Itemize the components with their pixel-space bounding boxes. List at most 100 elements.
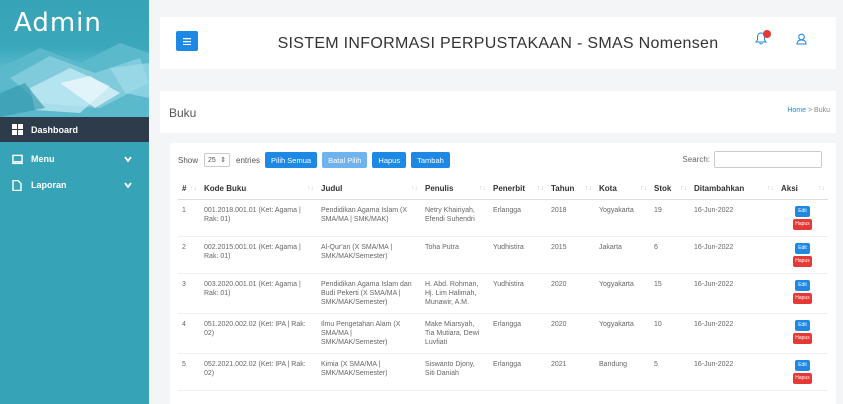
books-table: # ↑↓ Kode Buku ↑↓ Judul ↑↓ Penulis ↑↓ Penerbit ↑↓…	[178, 176, 828, 391]
table-row[interactable]: 1 001.2018.001.01 (Ket: Agama | Rak: 01) P…	[178, 199, 828, 237]
book-city: Yogyakarta	[595, 313, 650, 354]
date-added: 16-Jun-2022	[690, 236, 777, 274]
row-delete-button[interactable]: Hapus	[793, 219, 812, 230]
column-header[interactable]: Stok ↑↓	[650, 176, 690, 200]
book-publisher: Erlangga	[489, 199, 547, 237]
brand-title: Admin	[14, 8, 102, 38]
sort-icon: ↑↓	[640, 185, 647, 192]
entries-label: entries	[236, 155, 261, 165]
sidebar-item-laporan[interactable]: Laporan	[0, 172, 149, 198]
book-city: Yogyakarta	[595, 199, 650, 237]
sort-icon: ↑↓	[680, 185, 687, 192]
book-author: Make Miarsyah, Tia Mutiara, Dewi Luvfiat…	[421, 313, 489, 354]
column-header[interactable]: Judul ↑↓	[317, 176, 421, 200]
column-header-label: Judul	[321, 184, 343, 193]
book-city: Bandung	[595, 353, 650, 391]
book-publisher: Yudhistira	[489, 236, 547, 274]
column-header[interactable]: Penulis ↑↓	[421, 176, 489, 200]
column-header-label: Kode Buku	[204, 184, 247, 193]
book-author: Toha Putra	[421, 236, 489, 274]
table-row[interactable]: 3 003.2020.001.01 (Ket: Agama | Rak: 01) P…	[178, 273, 828, 314]
search-input[interactable]	[714, 151, 822, 168]
row-delete-button[interactable]: Hapus	[793, 293, 812, 304]
row-delete-button[interactable]: Hapus	[793, 333, 812, 344]
edit-button[interactable]: Edit	[795, 320, 810, 331]
sort-icon: ↑↓	[537, 185, 544, 192]
sidebar-item-label: Dashboard	[31, 124, 79, 135]
book-year: 2018	[547, 199, 595, 237]
edit-button[interactable]: Edit	[795, 280, 810, 291]
row-actions: Edit Hapus	[777, 353, 828, 391]
sidebar-brand: Admin	[0, 0, 149, 117]
book-title: Al-Qur'an (X SMA/MA | SMK/MAK/Semester)	[317, 236, 421, 274]
book-stock: 5	[650, 353, 690, 391]
book-stock: 15	[650, 273, 690, 314]
breadcrumb-separator: >	[807, 107, 813, 114]
row-actions: Edit Hapus	[777, 273, 828, 314]
book-code: 002.2015.001.01 (Ket: Agama | Rak: 01)	[200, 236, 317, 274]
column-header-label: #	[182, 184, 187, 193]
row-delete-button[interactable]: Hapus	[793, 373, 812, 384]
column-header[interactable]: Aksi ↑↓	[777, 176, 828, 200]
book-year: 2015	[547, 236, 595, 274]
table-row[interactable]: 5 052.2021.002.02 (Ket: IPA | Rak: 02) Kim…	[178, 353, 828, 391]
breadcrumb-home-link[interactable]: Home	[787, 107, 806, 114]
table-row[interactable]: 4 051.2020.002.02 (Ket: IPA | Rak: 02) Ilm…	[178, 313, 828, 354]
app-title: SISTEM INFORMASI PERPUSTAKAAN - SMAS Nom…	[277, 35, 719, 52]
book-publisher: Yudhistira	[489, 273, 547, 314]
column-header-label: Penulis	[425, 184, 454, 193]
add-button[interactable]: Tambah	[411, 152, 450, 168]
dashboard-icon	[12, 124, 23, 135]
book-year: 2021	[547, 353, 595, 391]
delete-button[interactable]: Hapus	[372, 152, 407, 168]
book-author: Siswanto Djony, Siti Daniah	[421, 353, 489, 391]
table-search: Search:	[682, 151, 822, 168]
chevron-down-icon	[124, 156, 132, 163]
sort-icon: ↑↓	[411, 185, 418, 192]
column-header[interactable]: Tahun ↑↓	[547, 176, 595, 200]
date-added: 16-Jun-2022	[690, 273, 777, 314]
edit-button[interactable]: Edit	[795, 243, 810, 254]
edit-button[interactable]: Edit	[795, 206, 810, 217]
sidebar-item-label: Menu	[31, 154, 55, 164]
book-publisher: Erlangga	[489, 353, 547, 391]
book-title: Kimia (X SMA/MA | SMK/MAK/Semester)	[317, 353, 421, 391]
sidebar-item-menu[interactable]: Menu	[0, 146, 149, 172]
book-stock: 6	[650, 236, 690, 274]
show-label: Show	[178, 155, 199, 165]
book-title: Pendidikan Agama Islam dan Budi Pekerti …	[317, 273, 421, 314]
book-stock: 10	[650, 313, 690, 354]
select-all-button[interactable]: Pilih Semua	[265, 152, 318, 168]
sidebar-item-dashboard[interactable]: Dashboard	[0, 117, 149, 142]
book-code: 051.2020.002.02 (Ket: IPA | Rak: 02)	[200, 313, 317, 354]
sort-icon: ↑↓	[307, 185, 314, 192]
column-header[interactable]: # ↑↓	[178, 176, 200, 200]
book-city: Jakarta	[595, 236, 650, 274]
breadcrumb-current: Buku	[814, 107, 830, 114]
column-header-label: Penerbit	[493, 184, 526, 193]
sort-icon: ↑↓	[818, 185, 825, 192]
row-delete-button[interactable]: Hapus	[793, 256, 812, 267]
table-row[interactable]: 2 002.2015.001.01 (Ket: Agama | Rak: 01) A…	[178, 236, 828, 274]
entries-select[interactable]: 25 ⇕	[204, 153, 231, 167]
entries-value: 25	[208, 156, 216, 164]
column-header[interactable]: Penerbit ↑↓	[489, 176, 547, 200]
date-added: 16-Jun-2022	[690, 313, 777, 354]
column-header[interactable]: Kota ↑↓	[595, 176, 650, 200]
book-year: 2020	[547, 313, 595, 354]
notification-badge	[763, 30, 771, 38]
user-icon[interactable]	[796, 33, 807, 45]
book-city: Yogyakarta	[595, 273, 650, 314]
column-header[interactable]: Kode Buku ↑↓	[200, 176, 317, 200]
chevron-down-icon	[124, 182, 132, 189]
column-header-label: Tahun	[551, 184, 575, 193]
edit-button[interactable]: Edit	[795, 360, 810, 371]
row-number: 3	[178, 273, 200, 314]
book-stock: 19	[650, 199, 690, 237]
row-number: 5	[178, 353, 200, 391]
table-header-row: # ↑↓ Kode Buku ↑↓ Judul ↑↓ Penulis ↑↓ Penerbit ↑↓…	[178, 176, 828, 200]
column-header[interactable]: Ditambahkan ↑↓	[690, 176, 777, 200]
breadcrumb: Home > Buku	[787, 107, 830, 114]
column-header-label: Kota	[599, 184, 617, 193]
deselect-button[interactable]: Batal Pilih	[322, 152, 368, 168]
